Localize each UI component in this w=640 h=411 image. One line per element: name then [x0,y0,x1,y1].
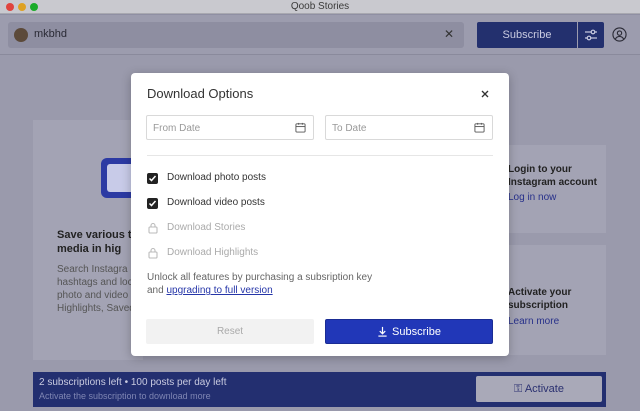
user-icon[interactable] [612,27,627,42]
video-posts-label: Download video posts [167,197,265,208]
dialog-title: Download Options [147,86,254,101]
stories-option: Download Stories [147,222,347,236]
login-now-link[interactable]: Log in now [508,192,556,203]
account-selector[interactable]: mkbhd ✕ [8,22,464,48]
window-titlebar: Qoob Stories [0,0,640,14]
key-icon: ⚿ [514,383,523,395]
from-date-field[interactable] [146,115,314,140]
clear-account-icon[interactable]: ✕ [444,27,454,41]
subscription-hint: Activate the subscription to download mo… [39,391,211,401]
subscription-status: 2 subscriptions left • 100 posts per day… [39,377,227,388]
to-date-input[interactable] [332,120,462,136]
activate-button[interactable]: ⚿ Activate [476,376,602,402]
close-icon[interactable] [479,88,491,100]
download-options-dialog: Download Options Download photo posts Do… [131,73,509,356]
from-date-input[interactable] [153,120,283,136]
login-card-title: Login to your Instagram account [508,164,597,188]
subscription-status-bar: 2 subscriptions left • 100 posts per day… [33,372,606,407]
upgrade-link[interactable]: upgrading to full version [166,285,272,296]
promo-description: Search Instagra hashtags and loca photo … [57,264,139,314]
lock-icon [148,222,158,234]
photo-posts-option[interactable]: Download photo posts [147,172,347,186]
video-posts-checkbox[interactable] [147,198,158,209]
unlock-message-continued: and upgrading to full version [147,285,273,296]
checkmark-icon [148,175,157,182]
photo-posts-label: Download photo posts [167,172,266,183]
checkmark-icon [148,200,157,207]
header-subscribe-button[interactable]: Subscribe [477,22,577,48]
promo-panel: Save various type media in hig Search In… [33,120,151,360]
highlights-option: Download Highlights [147,247,347,261]
activate-card: Activate your subscription Learn more [500,245,606,355]
sliders-icon [585,29,597,41]
settings-button[interactable] [578,22,604,48]
activate-card-title: Activate your subscription [508,287,572,311]
highlights-label: Download Highlights [167,247,259,258]
calendar-icon[interactable] [474,122,485,133]
learn-more-link[interactable]: Learn more [508,316,559,327]
app-header: mkbhd ✕ Subscribe [0,15,640,55]
photo-posts-checkbox[interactable] [147,173,158,184]
video-posts-option[interactable]: Download video posts [147,197,347,211]
download-icon [378,326,387,337]
calendar-icon[interactable] [295,122,306,133]
subscribe-button[interactable]: Subscribe [325,319,493,344]
login-card: Login to your Instagram account Log in n… [500,145,606,233]
unlock-message: Unlock all features by purchasing a subs… [147,272,373,283]
window-title: Qoob Stories [290,1,350,12]
avatar [14,28,28,42]
stories-label: Download Stories [167,222,246,233]
to-date-field[interactable] [325,115,493,140]
account-name: mkbhd [34,28,68,40]
dialog-divider [147,155,493,156]
reset-button[interactable]: Reset [146,319,314,344]
lock-icon [148,247,158,259]
